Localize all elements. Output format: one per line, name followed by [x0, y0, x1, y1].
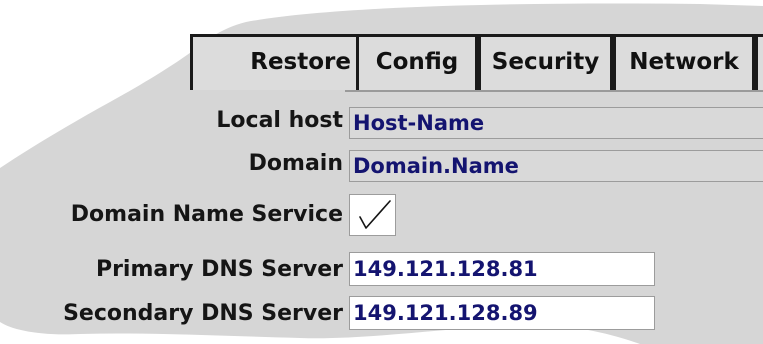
- tab-security[interactable]: Security: [478, 34, 613, 90]
- tab-divider: [345, 90, 763, 92]
- checkmark-icon: [359, 200, 391, 229]
- domain-label: Domain: [248, 151, 343, 176]
- tab-restore[interactable]: Restore: [190, 34, 362, 90]
- primary-dns-input[interactable]: 149.121.128.81: [349, 252, 655, 286]
- secondary-dns-input[interactable]: 149.121.128.89: [349, 296, 655, 330]
- tab-network[interactable]: Network: [613, 34, 755, 90]
- tab-overflow-edge: [755, 34, 763, 90]
- secondary-dns-label: Secondary DNS Server: [63, 301, 343, 326]
- tab-config[interactable]: Config: [356, 34, 478, 90]
- domain-field[interactable]: Domain.Name: [349, 150, 763, 182]
- network-settings-panel: Restore Config Security Network Local ho…: [0, 0, 763, 344]
- primary-dns-label: Primary DNS Server: [95, 257, 343, 282]
- dns-service-label: Domain Name Service: [70, 202, 343, 227]
- tab-restore-label: Restore: [250, 49, 351, 75]
- tab-config-label: Config: [375, 49, 459, 75]
- local-host-field[interactable]: Host-Name: [349, 107, 763, 139]
- tab-network-label: Network: [629, 49, 739, 75]
- tab-security-label: Security: [491, 49, 600, 75]
- dns-service-checkbox[interactable]: [349, 194, 396, 236]
- local-host-label: Local host: [216, 108, 343, 133]
